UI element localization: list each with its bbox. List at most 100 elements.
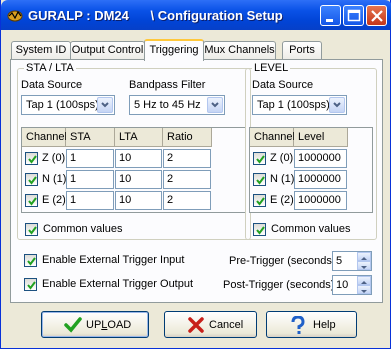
- red-x-icon: [188, 317, 204, 333]
- level-n-input[interactable]: 1000000: [294, 170, 347, 189]
- spin-down-button[interactable]: [357, 261, 371, 270]
- post-trigger-value: 10: [336, 279, 349, 291]
- dropdown-arrow[interactable]: [329, 97, 345, 113]
- channel-z-checkbox[interactable]: [25, 152, 38, 165]
- guralp-app-icon: [7, 10, 23, 22]
- spin-down-button[interactable]: [357, 285, 371, 294]
- title-bar[interactable]: GURALP : DM24 \ Configuration Setup: [1, 0, 391, 30]
- col-header-lta: LTA: [115, 128, 163, 147]
- lta-n-input[interactable]: 10: [115, 170, 162, 189]
- tab-label: Triggering: [149, 44, 199, 56]
- help-button[interactable]: Help: [266, 311, 357, 338]
- help-question-icon: [291, 316, 305, 334]
- checkmark-icon: [27, 257, 36, 266]
- tab-label: System ID: [15, 44, 67, 56]
- sta-n-input[interactable]: 1: [66, 170, 114, 189]
- tab-ports[interactable]: Ports: [282, 41, 322, 60]
- ratio-n-input[interactable]: 2: [163, 170, 211, 189]
- green-checkmark-icon: [64, 317, 82, 333]
- col-header-level: Level: [294, 128, 348, 147]
- sta-common-values-checkbox[interactable]: [25, 223, 38, 236]
- spin-up-button[interactable]: [357, 276, 371, 285]
- config-setup-window: GURALP : DM24 \ Configuration Setup Syst…: [0, 0, 391, 349]
- ratio-z-input[interactable]: 2: [163, 149, 211, 168]
- pre-trigger-label: Pre-Trigger (seconds): [229, 255, 336, 267]
- ratio-e-input[interactable]: 2: [163, 191, 211, 210]
- level-table: Channel Level Z (0) 1000000 N (1) 100000…: [249, 127, 373, 213]
- post-trigger-label: Post-Trigger (seconds): [223, 279, 335, 291]
- upload-label-part: UP: [86, 319, 102, 331]
- tab-label: Mux Channels: [204, 44, 275, 56]
- close-button[interactable]: [366, 5, 387, 26]
- maximize-icon: [347, 9, 361, 22]
- lta-e-input[interactable]: 10: [115, 191, 162, 210]
- checkmark-icon: [28, 197, 37, 206]
- sta-data-source-label: Data Source: [21, 79, 83, 91]
- pre-trigger-spinner[interactable]: 5: [332, 251, 372, 271]
- cancel-label: Cancel: [209, 319, 244, 331]
- channel-n-checkbox[interactable]: [25, 173, 38, 186]
- level-data-source-select[interactable]: Tap 1 (100sps): [252, 95, 347, 115]
- tab-label: Ports: [289, 44, 315, 56]
- sta-common-values-label: Common values: [43, 223, 123, 235]
- level-channel-n-checkbox[interactable]: [253, 173, 266, 186]
- col-header-ratio: Ratio: [163, 128, 212, 147]
- window-title: GURALP : DM24 \ Configuration Setup: [28, 8, 283, 23]
- sta-lta-group-title: STA / LTA: [24, 62, 76, 74]
- tab-mux-channels[interactable]: Mux Channels: [203, 41, 276, 60]
- enable-ext-trigger-input-checkbox[interactable]: [24, 254, 37, 267]
- checkmark-icon: [27, 281, 36, 290]
- level-channel-n-label: N (1): [270, 173, 295, 185]
- dropdown-arrow[interactable]: [97, 97, 113, 113]
- col-header-channel: Channel: [22, 128, 67, 147]
- sta-e-input[interactable]: 1: [66, 191, 114, 210]
- bandpass-filter-select[interactable]: 5 Hz to 45 Hz: [129, 95, 225, 115]
- lta-z-input[interactable]: 10: [115, 149, 162, 168]
- checkmark-icon: [28, 155, 37, 164]
- maximize-button[interactable]: [343, 5, 364, 26]
- triggering-panel: STA / LTA Data Source Tap 1 (100sps) Ban…: [10, 59, 383, 303]
- checkmark-icon: [28, 176, 37, 185]
- chevron-down-icon: [333, 102, 341, 108]
- level-channel-z-checkbox[interactable]: [253, 152, 266, 165]
- sta-lta-group: STA / LTA Data Source Tap 1 (100sps) Ban…: [17, 62, 251, 240]
- level-channel-z-label: Z (0): [270, 152, 294, 164]
- col-header-channel: Channel: [250, 128, 295, 147]
- pre-trigger-value: 5: [336, 255, 343, 267]
- level-channel-e-label: E (2): [270, 194, 294, 206]
- sta-data-source-select[interactable]: Tap 1 (100sps): [21, 95, 115, 115]
- close-icon: [371, 10, 383, 22]
- cancel-button[interactable]: Cancel: [164, 311, 257, 338]
- level-e-input[interactable]: 1000000: [294, 191, 347, 210]
- checkmark-icon: [256, 176, 265, 185]
- channel-z-label: Z (0): [42, 152, 66, 164]
- tab-system-id[interactable]: System ID: [11, 41, 71, 60]
- sta-data-source-value: Tap 1 (100sps): [26, 99, 99, 111]
- checkmark-icon: [28, 226, 37, 235]
- spin-up-button[interactable]: [357, 252, 371, 261]
- dropdown-arrow[interactable]: [207, 97, 223, 113]
- level-channel-e-checkbox[interactable]: [253, 194, 266, 207]
- level-z-input[interactable]: 1000000: [294, 149, 347, 168]
- channel-e-checkbox[interactable]: [25, 194, 38, 207]
- checkmark-icon: [256, 155, 265, 164]
- sta-lta-table: Channel STA LTA Ratio Z (0) 1 10 2 N (1)…: [21, 127, 246, 213]
- enable-ext-trigger-input-label: Enable External Trigger Input: [42, 254, 185, 266]
- checkmark-icon: [256, 197, 265, 206]
- tab-triggering[interactable]: Triggering: [144, 39, 204, 61]
- sta-z-input[interactable]: 1: [66, 149, 114, 168]
- minimize-button[interactable]: [320, 5, 341, 26]
- level-data-source-value: Tap 1 (100sps): [257, 99, 330, 111]
- tab-output-control[interactable]: Output Control: [70, 41, 145, 60]
- enable-ext-trigger-output-checkbox[interactable]: [24, 278, 37, 291]
- bandpass-filter-value: 5 Hz to 45 Hz: [134, 99, 201, 111]
- level-group-title: LEVEL: [252, 62, 291, 74]
- help-label: Help: [313, 319, 336, 331]
- post-trigger-spinner[interactable]: 10: [332, 275, 372, 295]
- col-header-sta: STA: [66, 128, 115, 147]
- chevron-down-icon: [101, 102, 109, 108]
- chevron-down-icon: [211, 102, 219, 108]
- minimize-icon: [326, 19, 333, 22]
- level-common-values-checkbox[interactable]: [253, 223, 266, 236]
- upload-button[interactable]: UPLOAD: [41, 311, 149, 338]
